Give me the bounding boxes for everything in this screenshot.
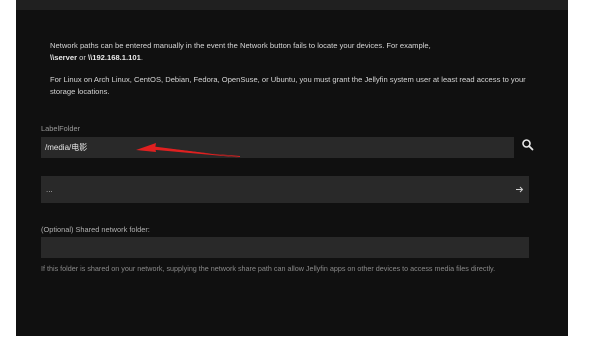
shared-folder-input[interactable]: [41, 237, 529, 258]
info-example-end: .: [140, 53, 143, 62]
arrow-right-icon: [516, 186, 524, 193]
search-icon: [522, 139, 534, 151]
folder-input[interactable]: /media/电影: [41, 137, 514, 158]
info-paragraph-linux: For Linux on Arch Linux, CentOS, Debian,…: [50, 75, 526, 96]
info-paragraph-network: Network paths can be entered manually in…: [50, 40, 530, 64]
info-example-or: or: [77, 53, 89, 62]
info-example-ip: \\192.168.1.101: [88, 53, 141, 62]
info-line1: Network paths can be entered manually in…: [50, 41, 431, 50]
dialog-header: [16, 0, 568, 10]
network-share-select[interactable]: ...: [41, 176, 529, 203]
folder-label: LabelFolder: [41, 124, 81, 133]
network-share-value: ...: [46, 185, 53, 194]
info-example-server: \\server: [50, 53, 78, 62]
shared-folder-label: (Optional) Shared network folder:: [41, 225, 150, 234]
search-button[interactable]: [521, 138, 535, 152]
network-path-info: Network paths can be entered manually in…: [50, 40, 530, 108]
shared-folder-help: If this folder is shared on your network…: [41, 264, 496, 273]
folder-input-value[interactable]: /media/电影: [45, 142, 87, 153]
